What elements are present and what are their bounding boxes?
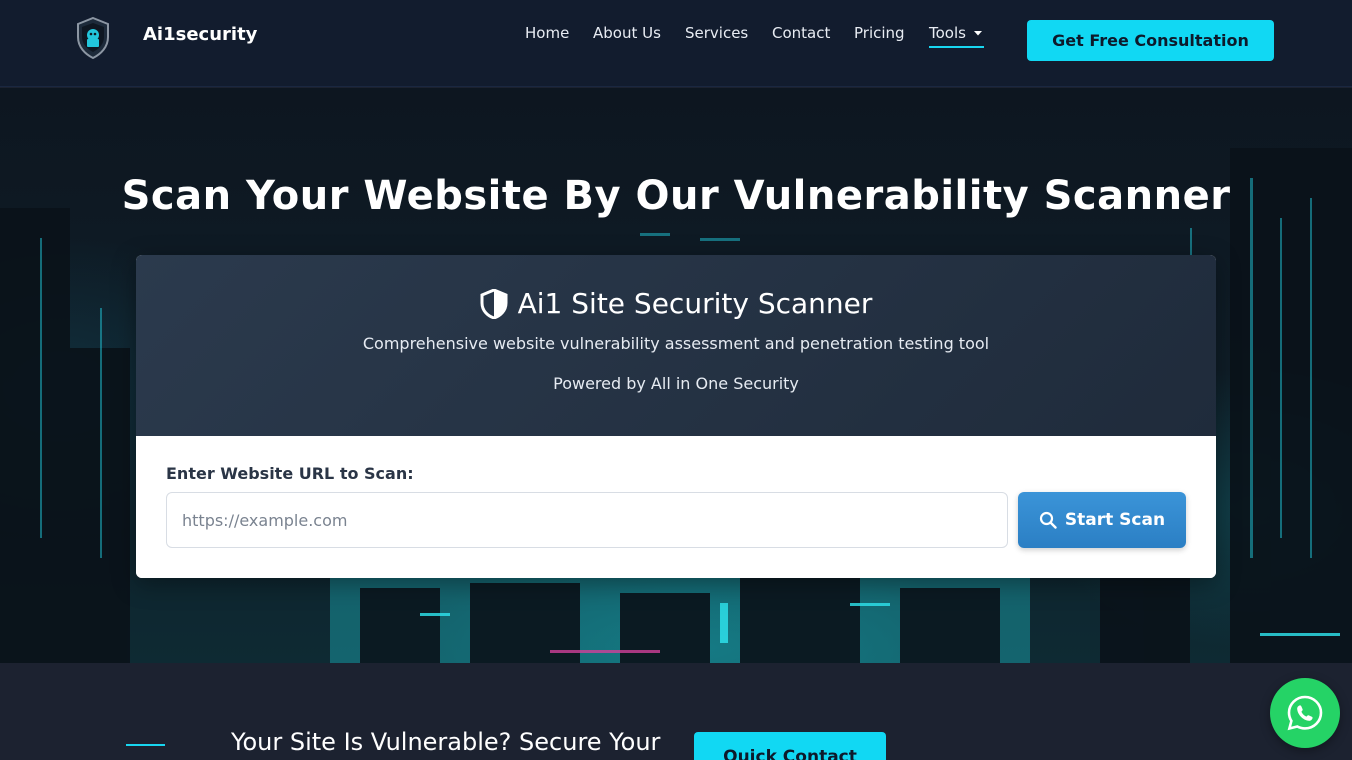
scanner-powered-by: Powered by All in One Security	[553, 374, 799, 393]
scanner-title-row: Ai1 Site Security Scanner	[136, 287, 1216, 320]
start-scan-label: Start Scan	[1064, 510, 1166, 530]
nav-pricing[interactable]: Pricing	[854, 24, 905, 42]
contact-section: Your Site Is Vulnerable? Secure Your Qui…	[0, 663, 1352, 760]
nav-contact[interactable]: Contact	[772, 24, 830, 42]
shield-logo-icon[interactable]	[76, 17, 110, 59]
shield-halved-icon	[480, 288, 508, 319]
scanner-subtitle: Comprehensive website vulnerability asse…	[362, 334, 990, 353]
url-label: Enter Website URL to Scan:	[166, 464, 414, 483]
scanner-card-header: Ai1 Site Security Scanner Comprehensive …	[136, 255, 1216, 436]
nav-home[interactable]: Home	[525, 24, 569, 42]
scanner-card: Ai1 Site Security Scanner Comprehensive …	[136, 255, 1216, 578]
start-scan-button[interactable]: Start Scan	[1018, 492, 1186, 548]
nav-tools[interactable]: Tools	[929, 24, 984, 48]
quick-contact-button[interactable]: Quick Contact	[694, 732, 886, 760]
nav-tools-label: Tools	[929, 24, 966, 42]
site-header: Ai1security Home About Us Services Conta…	[0, 0, 1352, 87]
caret-down-icon	[973, 31, 982, 36]
whatsapp-button[interactable]	[1270, 678, 1340, 748]
hero-section: Scan Your Website By Our Vulnerability S…	[0, 88, 1352, 663]
whatsapp-icon	[1287, 695, 1323, 731]
nav-services[interactable]: Services	[685, 24, 748, 42]
search-icon	[1039, 511, 1057, 529]
get-free-consultation-button[interactable]: Get Free Consultation	[1027, 20, 1274, 61]
contact-heading: Your Site Is Vulnerable? Secure Your	[231, 728, 661, 756]
brand-name[interactable]: Ai1security	[143, 24, 257, 45]
hero-title: Scan Your Website By Our Vulnerability S…	[121, 173, 1231, 219]
nav-about-us[interactable]: About Us	[593, 24, 661, 42]
accent-divider	[126, 744, 165, 746]
scan-form: Enter Website URL to Scan: Start Scan	[136, 436, 1216, 578]
scanner-title: Ai1 Site Security Scanner	[517, 287, 873, 320]
url-input[interactable]	[166, 492, 1008, 548]
